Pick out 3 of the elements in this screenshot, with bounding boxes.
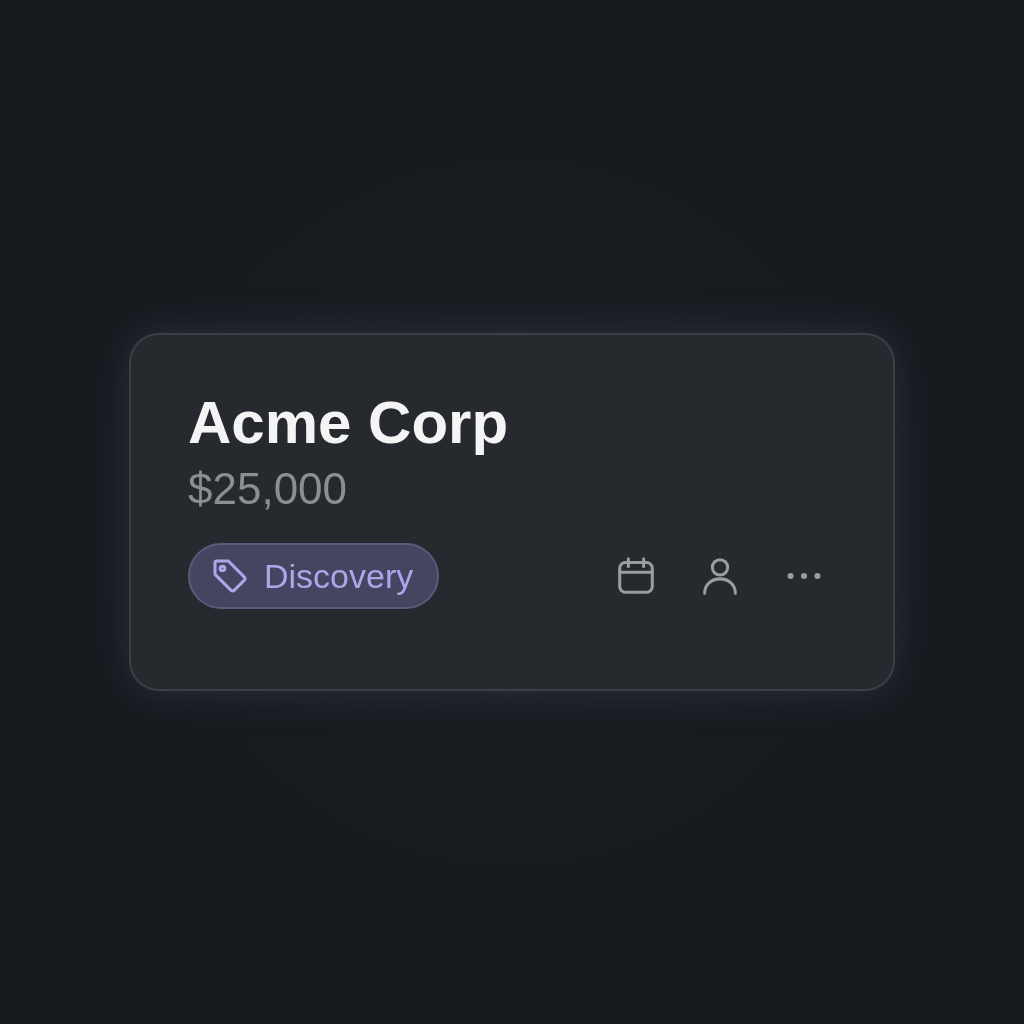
- deal-amount: $25,000: [188, 463, 348, 515]
- stage-tag[interactable]: Discovery: [188, 543, 440, 609]
- company-name: Acme Corp: [188, 388, 509, 458]
